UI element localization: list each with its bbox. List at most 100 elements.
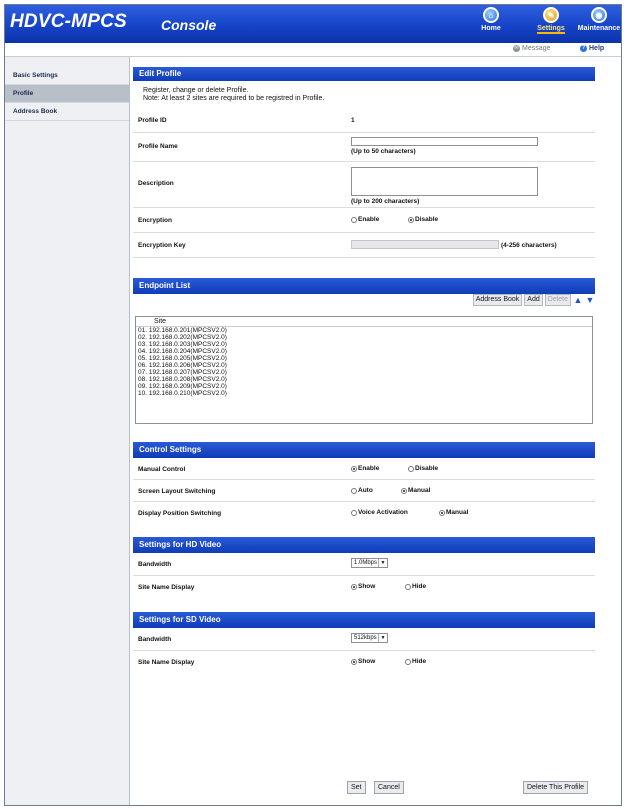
- hd-video-header: Settings for HD Video: [133, 537, 595, 553]
- radio-icon: [351, 509, 357, 516]
- profile-name-input[interactable]: [351, 137, 538, 146]
- manual-control-enable-radio[interactable]: Enable: [351, 465, 379, 474]
- screen-layout-label: Screen Layout Switching: [138, 488, 216, 495]
- hd-bandwidth-label: Bandwidth: [138, 561, 172, 568]
- hd-show-radio[interactable]: Show: [351, 583, 375, 592]
- list-item[interactable]: 09. 192.168.0.209(MPCSV2.0): [136, 383, 592, 390]
- sd-show-label: Show: [358, 658, 376, 665]
- list-item[interactable]: 01. 192.168.0.201(MPCSV2.0): [136, 327, 592, 334]
- endpoint-listbox[interactable]: Site 01. 192.168.0.201(MPCSV2.0) 02. 192…: [135, 316, 593, 424]
- nav-maintenance-button[interactable]: ◉ Maintenance: [576, 7, 621, 32]
- radio-selected-icon: [408, 216, 414, 223]
- description-textarea[interactable]: [351, 167, 538, 196]
- encryption-disable-label: Disable: [415, 216, 439, 223]
- help-link[interactable]: ? Help: [580, 45, 604, 52]
- home-icon: ⌂: [483, 7, 499, 23]
- sd-hide-radio[interactable]: Hide: [405, 658, 426, 667]
- screen-layout-auto-radio[interactable]: Auto: [351, 487, 373, 496]
- screen-layout-row: Screen Layout Switching Auto Manual: [133, 480, 595, 502]
- list-item[interactable]: 05. 192.168.0.205(MPCSV2.0): [136, 355, 592, 362]
- list-item[interactable]: 06. 192.168.0.206(MPCSV2.0): [136, 362, 592, 369]
- description-hint: (Up to 200 characters): [351, 198, 420, 205]
- display-position-label: Display Position Switching: [138, 510, 222, 517]
- console-title: Console: [161, 17, 217, 33]
- sidebar-item-profile[interactable]: Profile: [5, 85, 129, 103]
- message-icon: ✉: [513, 45, 520, 52]
- console-window: HDVC-MPCS Console ⌂ Home ✎ Settings ◉ Ma…: [4, 4, 622, 806]
- chevron-down-icon: ▼: [378, 634, 387, 642]
- display-position-manual-radio[interactable]: Manual: [439, 509, 468, 518]
- message-link[interactable]: ✉ Message: [513, 45, 550, 52]
- hd-hide-label: Hide: [412, 583, 427, 590]
- encryption-enable-label: Enable: [358, 216, 380, 223]
- hd-site-name-label: Site Name Display: [138, 584, 195, 591]
- description-row: Description (Up to 200 characters): [133, 162, 595, 208]
- manual-control-disable-radio[interactable]: Disable: [408, 465, 438, 474]
- nav-home-button[interactable]: ⌂ Home: [468, 7, 514, 32]
- move-up-icon[interactable]: ▲: [573, 295, 583, 305]
- manual-control-enable-label: Enable: [358, 465, 380, 472]
- endpoint-toolbar: Address Book Add Delete ▲ ▼: [472, 294, 595, 306]
- encryption-key-label: Encryption Key: [138, 242, 186, 249]
- encryption-disable-radio[interactable]: Disable: [408, 216, 438, 225]
- nav-settings-button[interactable]: ✎ Settings: [528, 7, 574, 34]
- sd-video-header: Settings for SD Video: [133, 612, 595, 628]
- radio-icon: [408, 465, 414, 472]
- list-item[interactable]: 03. 192.168.0.203(MPCSV2.0): [136, 341, 592, 348]
- endpoint-list-section: Endpoint List Address Book Add Delete ▲ …: [133, 278, 595, 426]
- sd-hide-label: Hide: [412, 658, 427, 665]
- sd-bandwidth-value: 512kbps: [354, 635, 377, 641]
- profile-id-row: Profile ID 1: [133, 109, 595, 133]
- screen-layout-manual-radio[interactable]: Manual: [401, 487, 430, 496]
- screen-layout-auto-label: Auto: [358, 487, 373, 494]
- sd-bandwidth-row: Bandwidth 512kbps ▼: [133, 628, 595, 651]
- list-item[interactable]: 04. 192.168.0.204(MPCSV2.0): [136, 348, 592, 355]
- message-label: Message: [522, 45, 551, 52]
- help-icon: ?: [580, 45, 587, 52]
- edit-profile-header: Edit Profile: [133, 67, 595, 81]
- intro-line-2: Note: At least 2 sites are required to b…: [143, 95, 325, 102]
- radio-icon: [405, 583, 411, 590]
- radio-selected-icon: [401, 487, 407, 494]
- site-column-header: Site: [136, 317, 592, 327]
- sidebar-item-basic-settings[interactable]: Basic Settings: [5, 67, 129, 85]
- display-position-manual-label: Manual: [446, 509, 469, 516]
- cancel-button[interactable]: Cancel: [374, 781, 404, 794]
- move-down-icon[interactable]: ▼: [585, 295, 595, 305]
- delete-profile-button[interactable]: Delete This Profile: [523, 781, 589, 794]
- radio-selected-icon: [351, 658, 357, 665]
- sidebar: Basic Settings Profile Address Book: [5, 57, 130, 805]
- display-position-voice-label: Voice Activation: [358, 509, 408, 516]
- address-book-button[interactable]: Address Book: [472, 294, 523, 306]
- radio-selected-icon: [439, 509, 445, 516]
- encryption-row: Encryption Enable Disable: [133, 208, 595, 233]
- maintenance-icon: ◉: [591, 7, 607, 23]
- list-item[interactable]: 02. 192.168.0.202(MPCSV2.0): [136, 334, 592, 341]
- encryption-key-input[interactable]: [351, 240, 499, 249]
- screen-layout-manual-label: Manual: [408, 487, 431, 494]
- radio-icon: [351, 216, 357, 223]
- nav-maintenance-label: Maintenance: [577, 25, 621, 32]
- hd-bandwidth-select[interactable]: 1.0Mbps ▼: [351, 558, 388, 568]
- radio-selected-icon: [351, 465, 357, 472]
- manual-control-row: Manual Control Enable Disable: [133, 458, 595, 480]
- hd-hide-radio[interactable]: Hide: [405, 583, 426, 592]
- sd-show-radio[interactable]: Show: [351, 658, 375, 667]
- description-label: Description: [138, 180, 174, 187]
- radio-selected-icon: [351, 583, 357, 590]
- hd-show-label: Show: [358, 583, 376, 590]
- set-button[interactable]: Set: [347, 781, 366, 794]
- encryption-enable-radio[interactable]: Enable: [351, 216, 379, 225]
- add-button[interactable]: Add: [524, 294, 543, 306]
- list-item[interactable]: 08. 192.168.0.208(MPCSV2.0): [136, 376, 592, 383]
- delete-button[interactable]: Delete: [544, 294, 571, 306]
- hd-site-name-row: Site Name Display Show Hide: [133, 576, 595, 598]
- sd-bandwidth-select[interactable]: 512kbps ▼: [351, 633, 388, 643]
- display-position-voice-radio[interactable]: Voice Activation: [351, 509, 408, 518]
- sidebar-item-address-book[interactable]: Address Book: [5, 103, 129, 121]
- header-subbar: ✉ Message ? Help: [5, 43, 621, 57]
- sd-bandwidth-label: Bandwidth: [138, 636, 172, 643]
- list-item[interactable]: 10. 192.168.0.210(MPCSV2.0): [136, 390, 592, 397]
- list-item[interactable]: 07. 192.168.0.207(MPCSV2.0): [136, 369, 592, 376]
- encryption-key-hint: (4-256 characters): [501, 242, 557, 249]
